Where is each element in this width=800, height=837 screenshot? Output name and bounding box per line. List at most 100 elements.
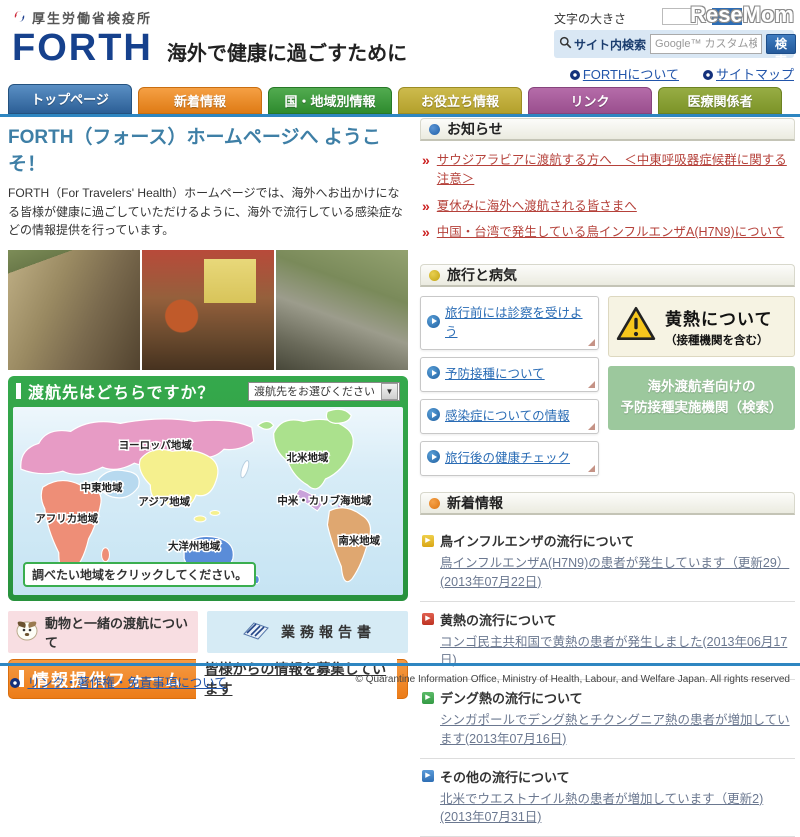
map-label-africa[interactable]: アフリカ地域 [35, 512, 98, 525]
animal-travel-label: 動物と一緒の渡航について [45, 613, 191, 651]
travel-link-box[interactable]: 旅行前には診察を受けよう [420, 296, 599, 350]
travel-link-list: 旅行前には診察を受けよう 予防接種について 感染症についての情報 旅行後の健康チ… [420, 296, 599, 476]
main-column: FORTH（フォース）ホームページへ ようこそ！ FORTH（For Trave… [8, 120, 408, 699]
travel-link-box[interactable]: 感染症についての情報 [420, 399, 599, 434]
news-title: 鳥インフルエンザの流行について [440, 531, 634, 550]
yellow-fever-banner[interactable]: 黄熱について （接種機関を含む） [608, 296, 795, 357]
map-madagascar[interactable] [102, 548, 110, 562]
news-item: ▶ その他の流行について 北米でウエストナイル熱の患者が増加しています（更新2)… [420, 759, 795, 837]
map-label-north-america[interactable]: 北米地域 [287, 451, 329, 464]
map-label-oceania[interactable]: 大洋州地域 [168, 540, 221, 553]
vaccine-search-banner[interactable]: 海外渡航者向けの 予防接種実施機関（検索） [608, 366, 795, 430]
arrow-bullet-icon [427, 366, 440, 379]
map-label-europe[interactable]: ヨーロッパ地域 [119, 438, 193, 451]
yellow-fever-title: 黄熱について [665, 305, 773, 330]
news-link[interactable]: 鳥インフルエンザA(H7N9)の患者が発生しています（更新29）(2013年07… [440, 554, 793, 592]
map-greenland [326, 409, 351, 423]
search-button[interactable]: 検索 [766, 34, 796, 54]
news-item: ▶ 黄熱の流行について コンゴ民主共和国で黄熱の患者が発生しました(2013年0… [420, 602, 795, 681]
arrow-bullet-icon [427, 450, 440, 463]
news-item: ▶ 鳥インフルエンザの流行について 鳥インフルエンザA(H7N9)の患者が発生し… [420, 523, 795, 602]
resemom-watermark: ReseMom [690, 2, 794, 28]
sitemap-link[interactable]: サイトマップ [703, 64, 794, 83]
tab-country-info[interactable]: 国・地域別情報 [268, 87, 392, 114]
travel-link[interactable]: 予防接種について [445, 363, 545, 382]
blue-bullet-icon [429, 124, 440, 135]
tab-new-info[interactable]: 新着情報 [138, 87, 262, 114]
news-arrow-icon: ▶ [422, 770, 434, 782]
search-input[interactable] [650, 34, 762, 54]
text-size-label: 文字の大きさ [554, 10, 626, 27]
title-bar-icon [16, 383, 21, 399]
main-nav: トップページ 新着情報 国・地域別情報 お役立ち情報 リンク 医療関係者 [0, 85, 800, 117]
tab-top-page[interactable]: トップページ [8, 84, 132, 114]
bullet-icon [570, 70, 580, 80]
header: 厚生労働省検疫所 FORTH 海外で健康に過ごすために 文字の大きさ ReseM… [0, 0, 800, 84]
news-arrow-icon: ▶ [422, 613, 434, 625]
map-label-south-america[interactable]: 南米地域 [338, 534, 380, 547]
travel-link[interactable]: 感染症についての情報 [445, 405, 570, 424]
forth-logo-text[interactable]: FORTH [12, 29, 153, 67]
footer-legal-link[interactable]: リンク・著作権・免責事項について [27, 676, 226, 690]
new-info-header: 新着情報 [420, 492, 795, 515]
tab-links[interactable]: リンク [528, 87, 652, 114]
news-title: 黄熱の流行について [440, 610, 557, 629]
travel-disease-header: 旅行と病気 [420, 264, 795, 287]
chevron-down-icon[interactable]: ▼ [381, 383, 398, 400]
site-tagline: 海外で健康に過ごすために [167, 37, 407, 66]
double-arrow-icon: » [422, 223, 430, 242]
map-instruction: 調べたい地域をクリックしてください。 [23, 562, 256, 587]
map-region-asia[interactable] [194, 516, 206, 522]
travel-link[interactable]: 旅行後の健康チェック [445, 447, 570, 466]
photo-street-food-stall [142, 250, 274, 370]
map-label-central-america[interactable]: 中米・カリブ海地域 [277, 494, 371, 507]
footer-legal-link-wrap: リンク・著作権・免責事項について [10, 672, 227, 692]
map-japan [239, 460, 250, 479]
notice-link[interactable]: サウジアラビアに渡航する方へ ＜中東呼吸器症候群に関する注意＞ [437, 151, 793, 189]
report-book-icon [239, 619, 271, 644]
news-link[interactable]: シンガポールでデング熱とチクングニア熱の患者が増加しています(2013年07月1… [440, 711, 793, 749]
header-tools: 文字の大きさ ReseMom サイト内検索 検索 FORTHについて サイトマッ… [554, 2, 794, 83]
yellow-bullet-icon [429, 270, 440, 281]
notice-link[interactable]: 中国・台湾で発生している鳥インフルエンザA(H7N9)について [437, 223, 785, 242]
travel-link[interactable]: 旅行前には診察を受けよう [445, 302, 592, 340]
site-search-bar: サイト内検索 検索 [554, 30, 794, 58]
welcome-text: FORTH（For Travelers' Health）ホームページでは、海外へ… [8, 184, 408, 240]
notice-item: » サウジアラビアに渡航する方へ ＜中東呼吸器症候群に関する注意＞ [422, 151, 793, 189]
tab-useful-info[interactable]: お役立ち情報 [398, 87, 522, 114]
destination-select[interactable]: 渡航先をお選びください ▼ [248, 382, 400, 401]
notices-header: お知らせ [420, 118, 795, 141]
tab-medical[interactable]: 医療関係者 [658, 87, 782, 114]
notice-link[interactable]: 夏休みに海外へ渡航される皆さまへ [437, 197, 637, 216]
notice-item: » 夏休みに海外へ渡航される皆さまへ [422, 197, 793, 216]
destination-map-panel: 渡航先はどちらですか？ 渡航先をお選びください ▼ [8, 376, 408, 601]
bullet-icon [703, 70, 713, 80]
text-size-controls: 文字の大きさ ReseMom [554, 2, 794, 28]
map-alaska [258, 421, 274, 429]
notice-list: » サウジアラビアに渡航する方へ ＜中東呼吸器症候群に関する注意＞ » 夏休みに… [420, 141, 795, 264]
notice-item: » 中国・台湾で発生している鳥インフルエンザA(H7N9)について [422, 223, 793, 242]
world-map: ヨーロッパ地域 北米地域 中東地域 アジア地域 中米・カリブ海地域 アフリカ地域… [13, 407, 403, 595]
double-arrow-icon: » [422, 197, 430, 216]
destination-title: 渡航先はどちらですか？ [16, 379, 215, 403]
news-title: その他の流行について [440, 767, 570, 786]
about-forth-link[interactable]: FORTHについて [570, 64, 679, 83]
map-region-africa[interactable] [41, 480, 101, 573]
arrow-bullet-icon [427, 408, 440, 421]
photo-market-scene [276, 250, 408, 370]
travel-link-box[interactable]: 予防接種について [420, 357, 599, 392]
news-link[interactable]: 北米でウエストナイル熱の患者が増加しています（更新2)(2013年07月31日) [440, 790, 793, 828]
footer-divider [0, 663, 800, 666]
arrow-bullet-icon [427, 315, 440, 328]
copyright: © Quarantine Information Office, Ministr… [356, 672, 790, 685]
map-label-asia[interactable]: アジア地域 [138, 495, 190, 508]
double-arrow-icon: » [422, 151, 430, 189]
business-report-label: 業務報告書 [281, 622, 376, 642]
animal-travel-banner[interactable]: 動物と一緒の渡航について [8, 611, 198, 653]
travel-link-box[interactable]: 旅行後の健康チェック [420, 441, 599, 476]
search-label: サイト内検索 [559, 36, 646, 53]
site-logo[interactable]: 厚生労働省検疫所 FORTH 海外で健康に過ごすために [12, 8, 407, 67]
map-region-asia[interactable] [210, 510, 220, 515]
map-label-middle-east[interactable]: 中東地域 [81, 481, 123, 494]
business-report-banner[interactable]: 業務報告書 [207, 611, 408, 653]
